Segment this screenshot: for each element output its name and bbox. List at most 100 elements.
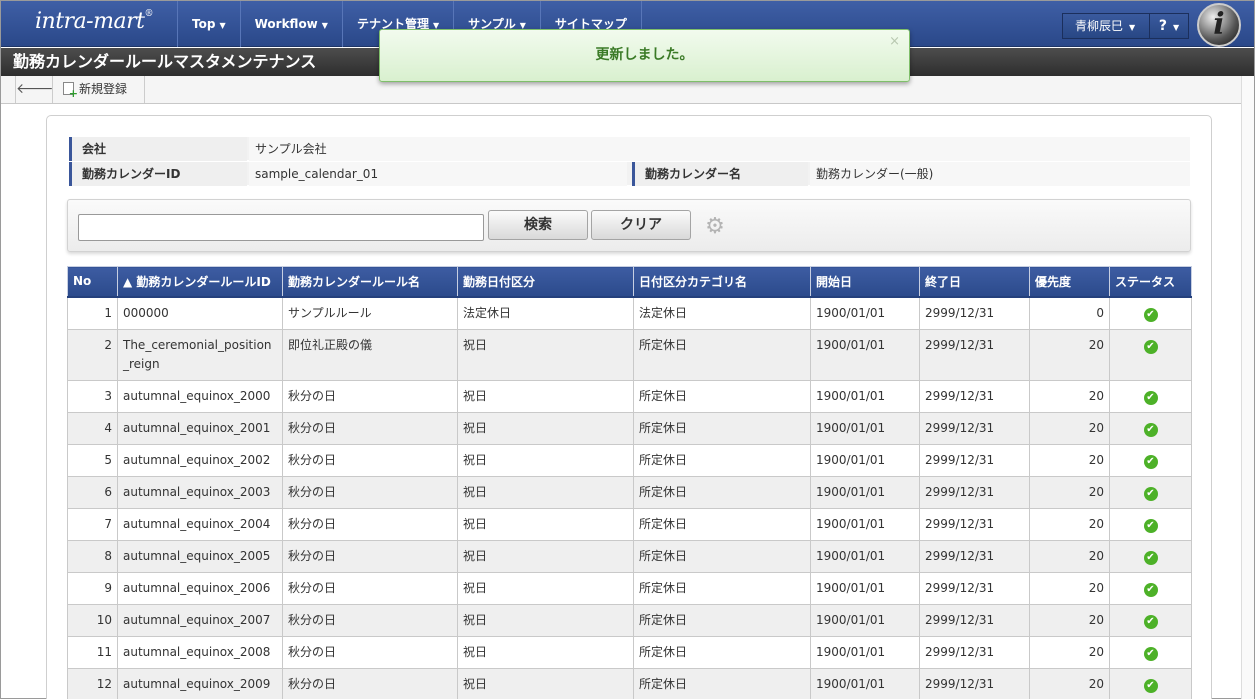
cell-date-type: 祝日 (457, 443, 634, 477)
cell-no: 11 (67, 635, 118, 669)
brand-mark-icon[interactable]: i (1197, 3, 1241, 47)
vertical-scrollbar[interactable] (1241, 76, 1254, 699)
cell-category: 法定休日 (633, 296, 811, 330)
cell-start: 1900/01/01 (810, 667, 920, 699)
cell-status: ✔ (1109, 443, 1192, 477)
table-row[interactable]: 9 autumnal_equinox_2006 秋分の日 祝日 所定休日 1900/01/… (67, 571, 1192, 605)
cell-end: 2999/12/31 (919, 539, 1030, 573)
cell-end: 2999/12/31 (919, 475, 1030, 509)
cell-no: 1 (67, 296, 118, 330)
cell-category: 所定休日 (633, 379, 811, 413)
cell-no: 10 (67, 603, 118, 637)
help-menu-button[interactable]: ? ▼ (1149, 13, 1189, 39)
col-start-date[interactable]: 開始日 (810, 266, 920, 298)
notice-message: 更新しました。 (595, 47, 694, 63)
logo-text: intra-mart (35, 9, 145, 34)
cell-priority: 20 (1029, 667, 1110, 699)
cell-name: 秋分の日 (282, 635, 458, 669)
cell-name: 秋分の日 (282, 667, 458, 699)
cell-name: 秋分の日 (282, 379, 458, 413)
cell-start: 1900/01/01 (810, 635, 920, 669)
status-ok-icon: ✔ (1143, 550, 1158, 565)
clear-button[interactable]: クリア (591, 210, 691, 240)
cell-status: ✔ (1109, 296, 1192, 330)
cell-id: autumnal_equinox_2009 (117, 667, 283, 699)
new-register-button[interactable]: 新規登録 (53, 76, 145, 103)
back-button[interactable]: 🡐 (15, 76, 54, 103)
cell-category: 所定休日 (633, 328, 811, 381)
cell-category: 所定休日 (633, 667, 811, 699)
caret-down-icon: ▼ (1129, 23, 1136, 32)
cell-start: 1900/01/01 (810, 328, 920, 381)
cell-priority: 20 (1029, 507, 1110, 541)
cell-priority: 20 (1029, 379, 1110, 413)
table-row[interactable]: 7 autumnal_equinox_2004 秋分の日 祝日 所定休日 1900/01/… (67, 507, 1192, 541)
col-category[interactable]: 日付区分カテゴリ名 (633, 266, 811, 298)
user-name: 青柳辰巳 (1075, 19, 1124, 33)
cell-end: 2999/12/31 (919, 571, 1030, 605)
close-icon[interactable]: × (889, 35, 900, 48)
col-date-type[interactable]: 勤務日付区分 (457, 266, 634, 298)
menu-workflow[interactable]: Workflow ▼ (239, 1, 342, 47)
cell-start: 1900/01/01 (810, 443, 920, 477)
table-row[interactable]: 3 autumnal_equinox_2000 秋分の日 祝日 所定休日 1900/01/… (67, 379, 1192, 413)
intra-mart-logo[interactable]: intra-mart® (35, 9, 153, 39)
table-row[interactable]: 4 autumnal_equinox_2001 秋分の日 祝日 所定休日 1900/01/… (67, 411, 1192, 445)
cell-category: 所定休日 (633, 539, 811, 573)
caret-down-icon: ▼ (1172, 23, 1180, 32)
cell-status: ✔ (1109, 507, 1192, 541)
cell-start: 1900/01/01 (810, 603, 920, 637)
status-ok-icon: ✔ (1143, 582, 1158, 597)
search-button[interactable]: 検索 (488, 210, 588, 240)
cell-date-type: 祝日 (457, 328, 634, 381)
cell-name: 秋分の日 (282, 507, 458, 541)
menu-top[interactable]: Top ▼ (177, 1, 240, 47)
status-ok-icon: ✔ (1143, 678, 1158, 693)
col-rule-id[interactable]: ▲ 勤務カレンダールールID (117, 266, 283, 298)
cell-priority: 20 (1029, 328, 1110, 381)
cell-id: 000000 (117, 296, 283, 330)
cell-category: 所定休日 (633, 443, 811, 477)
cell-id: autumnal_equinox_2003 (117, 475, 283, 509)
col-rule-name[interactable]: 勤務カレンダールール名 (282, 266, 458, 298)
gear-icon[interactable]: ⚙ (704, 216, 726, 238)
cell-no: 4 (67, 411, 118, 445)
info-row-company: 会社 サンプル会社 (69, 137, 1190, 161)
menu-label: Workflow (254, 17, 318, 31)
col-no[interactable]: No (67, 266, 118, 298)
cell-name: 秋分の日 (282, 475, 458, 509)
cell-no: 9 (67, 571, 118, 605)
table-row[interactable]: 10 autumnal_equinox_2007 秋分の日 祝日 所定休日 1900/01… (67, 603, 1192, 637)
cell-id: autumnal_equinox_2000 (117, 379, 283, 413)
cell-priority: 20 (1029, 411, 1110, 445)
cell-priority: 20 (1029, 539, 1110, 573)
new-register-label: 新規登録 (79, 82, 128, 96)
cell-status: ✔ (1109, 328, 1192, 381)
table-row[interactable]: 6 autumnal_equinox_2003 秋分の日 祝日 所定休日 1900/01/… (67, 475, 1192, 509)
user-menu-button[interactable]: 青柳辰巳 ▼ (1062, 13, 1150, 39)
cell-status: ✔ (1109, 603, 1192, 637)
table-row[interactable]: 1 000000 サンプルルール 法定休日 法定休日 1900/01/01 2999/12/… (67, 296, 1192, 330)
cell-start: 1900/01/01 (810, 475, 920, 509)
table-row[interactable]: 11 autumnal_equinox_2008 秋分の日 祝日 所定休日 1900/01… (67, 635, 1192, 669)
col-end-date[interactable]: 終了日 (919, 266, 1030, 298)
cell-date-type: 祝日 (457, 475, 634, 509)
cell-id: autumnal_equinox_2005 (117, 539, 283, 573)
cell-date-type: 祝日 (457, 507, 634, 541)
cell-no: 8 (67, 539, 118, 573)
table-row[interactable]: 2 The_ceremonial_position_reign 即位礼正殿の儀 祝日所… (67, 328, 1192, 381)
table-row[interactable]: 5 autumnal_equinox_2002 秋分の日 祝日 所定休日 1900/01/… (67, 443, 1192, 477)
search-input[interactable] (78, 214, 484, 241)
cell-start: 1900/01/01 (810, 411, 920, 445)
cell-end: 2999/12/31 (919, 443, 1030, 477)
status-ok-icon: ✔ (1143, 614, 1158, 629)
help-icon: ? (1158, 18, 1167, 34)
cell-date-type: 祝日 (457, 603, 634, 637)
table-row[interactable]: 12 autumnal_equinox_2009 秋分の日 祝日 所定休日 1900/01… (67, 667, 1192, 699)
cell-status: ✔ (1109, 571, 1192, 605)
col-priority[interactable]: 優先度 (1029, 266, 1110, 298)
cell-category: 所定休日 (633, 635, 811, 669)
cell-name: 秋分の日 (282, 539, 458, 573)
col-status[interactable]: ステータス (1109, 266, 1192, 298)
table-row[interactable]: 8 autumnal_equinox_2005 秋分の日 祝日 所定休日 1900/01/… (67, 539, 1192, 573)
